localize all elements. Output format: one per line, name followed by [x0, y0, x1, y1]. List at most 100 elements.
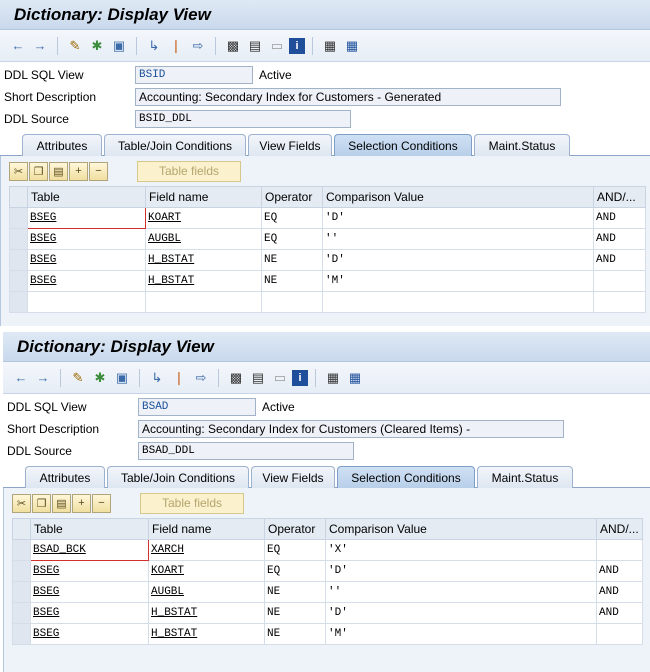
operator-cell[interactable]: EQ: [261, 207, 323, 229]
activate-icon[interactable]: ▣: [112, 368, 132, 388]
table-cell[interactable]: BSEG: [30, 623, 149, 645]
and-or-cell[interactable]: [593, 270, 646, 292]
tab-maint-status[interactable]: Maint.Status: [474, 134, 570, 156]
delete-row-icon[interactable]: −: [92, 493, 111, 513]
other-object-icon[interactable]: ✱: [90, 368, 110, 388]
display-change-icon[interactable]: ✎: [68, 368, 88, 388]
short-description-field[interactable]: Accounting: Secondary Index for Customer…: [135, 88, 561, 106]
back-arrow-icon[interactable]: ←: [8, 36, 28, 56]
row-selector[interactable]: [9, 270, 28, 292]
table-row[interactable]: BSEG KOART EQ 'D' AND: [12, 560, 643, 582]
hierarchy-icon[interactable]: ▩: [223, 36, 243, 56]
comparison-value-cell[interactable]: 'M': [322, 270, 594, 292]
table-cell[interactable]: [27, 291, 146, 313]
tab-selection-conditions[interactable]: Selection Conditions: [334, 134, 472, 156]
and-or-cell[interactable]: [593, 291, 646, 313]
insert-row-icon[interactable]: +: [72, 493, 91, 513]
comparison-value-cell[interactable]: 'X': [325, 539, 597, 561]
and-or-cell[interactable]: AND: [596, 602, 643, 624]
field-name-cell[interactable]: KOART: [148, 560, 265, 582]
forward-arrow-icon[interactable]: →: [30, 36, 50, 56]
tab-table-join-conditions[interactable]: Table/Join Conditions: [107, 466, 249, 488]
and-or-cell[interactable]: AND: [596, 581, 643, 603]
comparison-value-cell[interactable]: '': [325, 581, 597, 603]
activate-icon[interactable]: ▣: [109, 36, 129, 56]
tab-view-fields[interactable]: View Fields: [248, 134, 332, 156]
row-selector[interactable]: [9, 249, 28, 271]
field-name-cell[interactable]: H_BSTAT: [145, 270, 262, 292]
navigation-window-icon[interactable]: ⇨: [191, 368, 211, 388]
operator-cell[interactable]: [261, 291, 323, 313]
insert-row-icon[interactable]: +: [69, 161, 88, 181]
info-icon[interactable]: i: [289, 37, 305, 54]
and-or-cell[interactable]: AND: [593, 249, 646, 271]
tab-table-join-conditions[interactable]: Table/Join Conditions: [104, 134, 246, 156]
table-row[interactable]: BSAD_BCK XARCH EQ 'X': [12, 539, 643, 561]
table-cell[interactable]: BSEG: [27, 270, 146, 292]
table-cell[interactable]: BSEG: [27, 249, 146, 271]
comparison-value-cell[interactable]: 'D': [322, 207, 594, 229]
tab-attributes[interactable]: Attributes: [25, 466, 105, 488]
field-name-cell[interactable]: H_BSTAT: [148, 602, 265, 624]
cut-icon[interactable]: ✂: [12, 493, 31, 513]
and-or-cell[interactable]: AND: [593, 207, 646, 229]
row-selector-header[interactable]: [9, 186, 28, 208]
window-icon[interactable]: ▭: [270, 368, 290, 388]
field-name-cell[interactable]: H_BSTAT: [145, 249, 262, 271]
row-selector[interactable]: [9, 291, 28, 313]
object-list-icon[interactable]: ❘: [166, 36, 186, 56]
table-icon[interactable]: ▦: [342, 36, 362, 56]
comparison-value-cell[interactable]: '': [322, 228, 594, 250]
copy-icon[interactable]: ❐: [29, 161, 48, 181]
hierarchy-icon[interactable]: ▩: [226, 368, 246, 388]
table-row[interactable]: BSEG AUGBL EQ '' AND: [9, 228, 646, 250]
field-name-cell[interactable]: XARCH: [148, 539, 265, 561]
print-icon[interactable]: ▤: [245, 36, 265, 56]
and-or-cell[interactable]: AND: [596, 560, 643, 582]
window-icon[interactable]: ▭: [267, 36, 287, 56]
comparison-value-cell[interactable]: [322, 291, 594, 313]
data-browser-icon[interactable]: ▦: [323, 368, 343, 388]
comparison-value-cell[interactable]: 'M': [325, 623, 597, 645]
tab-attributes[interactable]: Attributes: [22, 134, 102, 156]
display-change-icon[interactable]: ✎: [65, 36, 85, 56]
navigation-window-icon[interactable]: ⇨: [188, 36, 208, 56]
comparison-value-cell[interactable]: 'D': [325, 560, 597, 582]
forward-arrow-icon[interactable]: →: [33, 368, 53, 388]
table-cell[interactable]: BSEG: [27, 228, 146, 250]
operator-cell[interactable]: EQ: [261, 228, 323, 250]
ddl-source-field[interactable]: BSAD_DDL: [138, 442, 354, 460]
table-cell[interactable]: BSEG: [27, 207, 146, 229]
table-cell[interactable]: BSAD_BCK: [30, 539, 149, 561]
row-selector[interactable]: [9, 207, 28, 229]
table-row[interactable]: BSEG H_BSTAT NE 'D' AND: [12, 602, 643, 624]
operator-cell[interactable]: NE: [264, 602, 326, 624]
table-row[interactable]: BSEG KOART EQ 'D' AND: [9, 207, 646, 229]
table-row[interactable]: BSEG AUGBL NE '' AND: [12, 581, 643, 603]
table-icon[interactable]: ▦: [345, 368, 365, 388]
back-arrow-icon[interactable]: ←: [11, 368, 31, 388]
row-selector[interactable]: [9, 228, 28, 250]
row-selector[interactable]: [12, 539, 31, 561]
object-list-icon[interactable]: ❘: [169, 368, 189, 388]
print-icon[interactable]: ▤: [248, 368, 268, 388]
where-used-icon[interactable]: ↳: [144, 36, 164, 56]
ddl-sql-view-field[interactable]: BSAD: [138, 398, 256, 416]
operator-cell[interactable]: NE: [264, 581, 326, 603]
table-row[interactable]: [9, 291, 646, 313]
field-name-cell[interactable]: KOART: [145, 207, 262, 229]
row-selector[interactable]: [12, 623, 31, 645]
and-or-cell[interactable]: [596, 539, 643, 561]
operator-cell[interactable]: EQ: [264, 539, 326, 561]
comparison-value-cell[interactable]: 'D': [322, 249, 594, 271]
operator-cell[interactable]: EQ: [264, 560, 326, 582]
operator-cell[interactable]: NE: [264, 623, 326, 645]
row-selector[interactable]: [12, 602, 31, 624]
table-cell[interactable]: BSEG: [30, 602, 149, 624]
paste-icon[interactable]: ▤: [49, 161, 68, 181]
other-object-icon[interactable]: ✱: [87, 36, 107, 56]
row-selector[interactable]: [12, 581, 31, 603]
ddl-sql-view-field[interactable]: BSID: [135, 66, 253, 84]
table-fields-button[interactable]: Table fields: [137, 160, 241, 182]
copy-icon[interactable]: ❐: [32, 493, 51, 513]
